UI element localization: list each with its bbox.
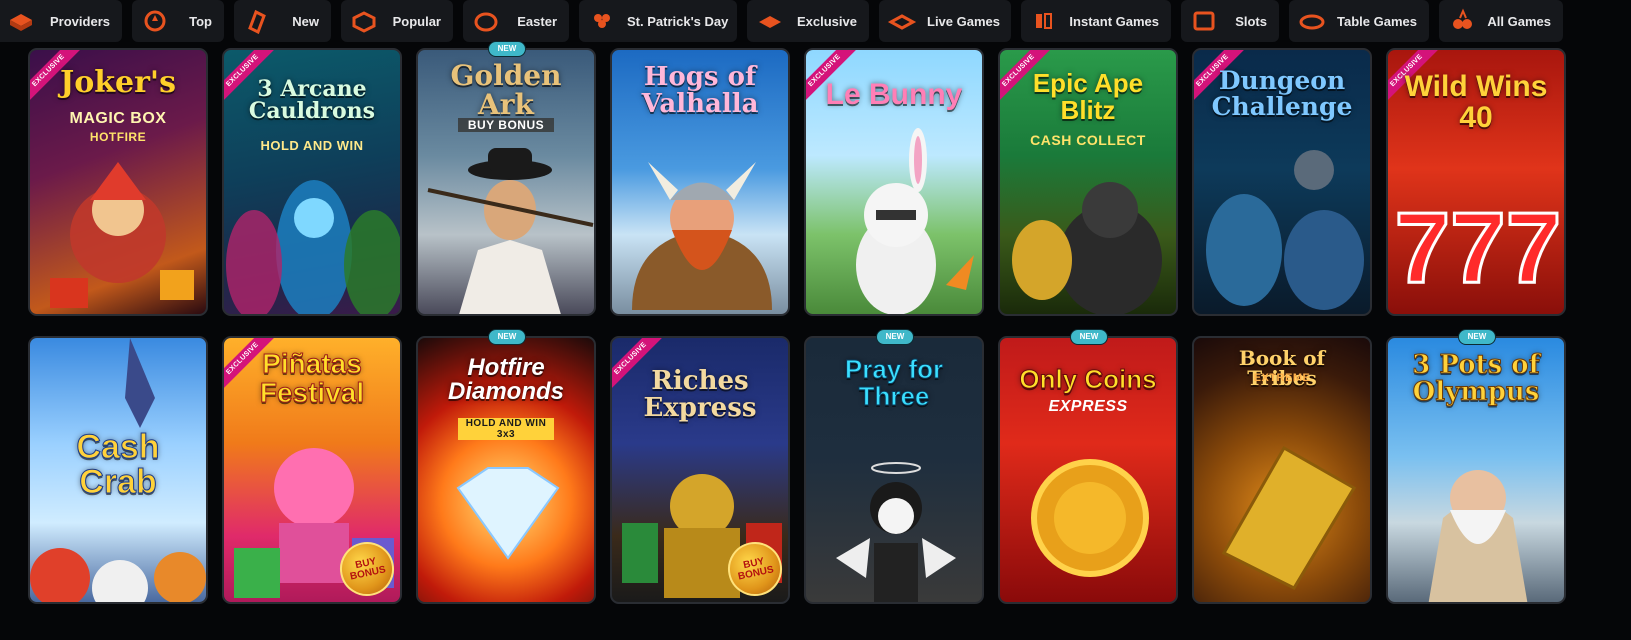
top-icon [140,8,170,34]
game-tile-hotfire-diamonds[interactable]: NEW Hotfire Diamonds HOLD AND WIN 3x3 [416,329,596,604]
game-tile-only-coins-express[interactable]: NEW Only Coins EXPRESS [998,329,1178,604]
slots-icon [1189,8,1219,34]
game-title: Piñatas Festival [259,348,365,408]
game-tile-epic-ape-blitz[interactable]: EXCLUSIVE Epic Ape Blitz CASH COLLECT [998,48,1178,316]
tab-exclusive[interactable]: Exclusive [747,0,869,42]
game-title: Le Bunny [825,78,963,111]
game-title: Epic Ape Blitz [1032,68,1144,125]
game-title: Riches Express [643,366,757,423]
new-badge: NEW [1070,329,1108,345]
new-badge: NEW [1458,329,1496,345]
game-tile-3-pots-of-olympus[interactable]: NEW 3 Pots of Olympus [1386,329,1566,604]
game-tile-jokers-magic-box[interactable]: EXCLUSIVE Joker's MAGIC BOX HOTFIRE [28,48,208,316]
game-tile-dungeon-challenge[interactable]: EXCLUSIVE Dungeon Challenge [1192,48,1372,316]
game-title: Hotfire Diamonds [447,354,564,406]
tab-st-patricks-day[interactable]: St. Patrick's Day [579,0,737,42]
game-title: Cash Crab [76,428,160,501]
game-title: Golden Ark [450,59,562,121]
game-grid: EXCLUSIVE Joker's MAGIC BOX HOTFIRE EXCL… [28,41,1603,624]
game-tile-pinatas-festival[interactable]: EXCLUSIVE Piñatas Festival BUY BONUS [222,336,402,604]
table-games-icon [1297,8,1327,34]
tab-new[interactable]: New [234,0,331,42]
exclusive-icon [755,8,785,34]
game-subtitle: HOLD AND WIN 3x3 [458,418,554,440]
tab-easter[interactable]: Easter [463,0,569,42]
game-tile-cash-crab[interactable]: Cash Crab [28,336,208,604]
game-tile-riches-express[interactable]: EXCLUSIVE Riches Express BUY BONUS [610,336,790,604]
game-tile-3-arcane-cauldrons[interactable]: EXCLUSIVE 3 Arcane Cauldrons HOLD AND WI… [222,48,402,316]
providers-icon [6,8,36,34]
all-games-icon [1447,8,1477,34]
new-icon [242,8,272,34]
new-badge: NEW [876,329,914,345]
game-title: Pray for Three [844,354,944,411]
new-badge: NEW [488,41,526,57]
game-tile-book-of-tribes[interactable]: Book of Tribes EXTREME [1192,336,1372,604]
instant-games-icon [1029,8,1059,34]
tab-slots[interactable]: Slots [1181,0,1279,42]
game-extra-label: HOTFIRE [89,130,147,144]
game-subtitle: BUY BONUS [458,118,554,132]
game-tile-hogs-of-valhalla[interactable]: Hogs of Valhalla [610,48,790,316]
game-tile-le-bunny[interactable]: EXCLUSIVE Le Bunny [804,48,984,316]
new-badge: NEW [488,329,526,345]
game-subtitle: HOLD AND WIN [260,138,364,153]
tab-table-games[interactable]: Table Games [1289,0,1429,42]
game-title: Hogs of Valhalla [641,62,759,119]
game-subtitle: EXTREME [1253,372,1311,384]
game-row: EXCLUSIVE Joker's MAGIC BOX HOTFIRE EXCL… [28,41,1603,316]
popular-icon [349,8,379,34]
game-subtitle: EXPRESS [1048,398,1128,415]
category-tab-bar: Providers Top New Popular Easter St. Pat… [0,0,1631,44]
svg-text:777: 777 [1395,192,1562,304]
game-subtitle: CASH COLLECT [1030,132,1146,148]
tab-instant-games[interactable]: Instant Games [1021,0,1171,42]
game-title: Joker's [60,65,176,100]
game-tile-golden-ark[interactable]: NEW Golden Ark BUY BONUS [416,41,596,316]
game-tile-pray-for-three[interactable]: NEW Pray for Three [804,329,984,604]
game-tile-wild-wins-40[interactable]: 777 EXCLUSIVE Wild Wins 40 [1386,48,1566,316]
easter-icon [471,8,501,34]
game-title: Dungeon Challenge [1211,66,1353,121]
game-title: Only Coins [1019,364,1157,394]
tab-popular[interactable]: Popular [341,0,453,42]
clover-icon [587,8,617,34]
tab-live-games[interactable]: Live Games [879,0,1011,42]
game-title: Wild Wins 40 [1404,70,1548,134]
game-row: Cash Crab EXCLUSIVE Piñatas Festival BUY… [28,329,1603,604]
tab-providers[interactable]: Providers [0,0,122,42]
tab-top[interactable]: Top [132,0,224,42]
live-games-icon [887,8,917,34]
tab-all-games[interactable]: All Games [1439,0,1563,42]
game-title: 3 Arcane Cauldrons [248,76,376,125]
game-title: 3 Pots of Olympus [1412,350,1541,407]
game-subtitle: MAGIC BOX [69,110,167,127]
